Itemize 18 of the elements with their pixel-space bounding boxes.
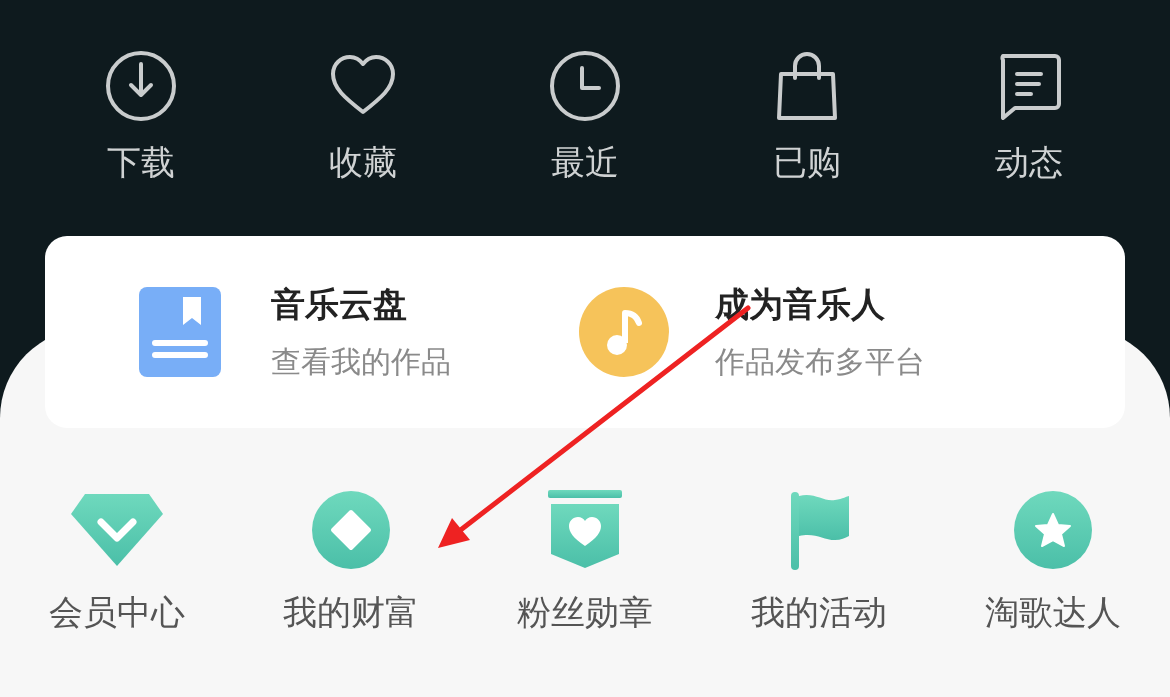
action-label[interactable]: 最近 — [551, 142, 619, 182]
clock-icon[interactable] — [549, 50, 621, 122]
service-label[interactable]: 我的财富 — [283, 592, 419, 632]
item-subtitle: 查看我的作品 — [271, 344, 451, 380]
download-icon[interactable] — [105, 50, 177, 122]
item-title[interactable]: 音乐云盘 — [271, 284, 451, 324]
action-label[interactable]: 下载 — [107, 142, 175, 182]
action-label[interactable]: 已购 — [773, 142, 841, 182]
service-label[interactable]: 淘歌达人 — [985, 592, 1121, 632]
service-label[interactable]: 粉丝勋章 — [517, 592, 653, 632]
music-note-icon[interactable] — [579, 287, 669, 377]
action-label[interactable]: 动态 — [995, 142, 1063, 182]
item-title[interactable]: 成为音乐人 — [715, 284, 925, 324]
service-label[interactable]: 会员中心 — [49, 592, 185, 632]
item-subtitle: 作品发布多平台 — [715, 344, 925, 380]
action-label[interactable]: 收藏 — [329, 142, 397, 182]
book-icon[interactable] — [139, 287, 221, 377]
service-label[interactable]: 我的活动 — [751, 592, 887, 632]
